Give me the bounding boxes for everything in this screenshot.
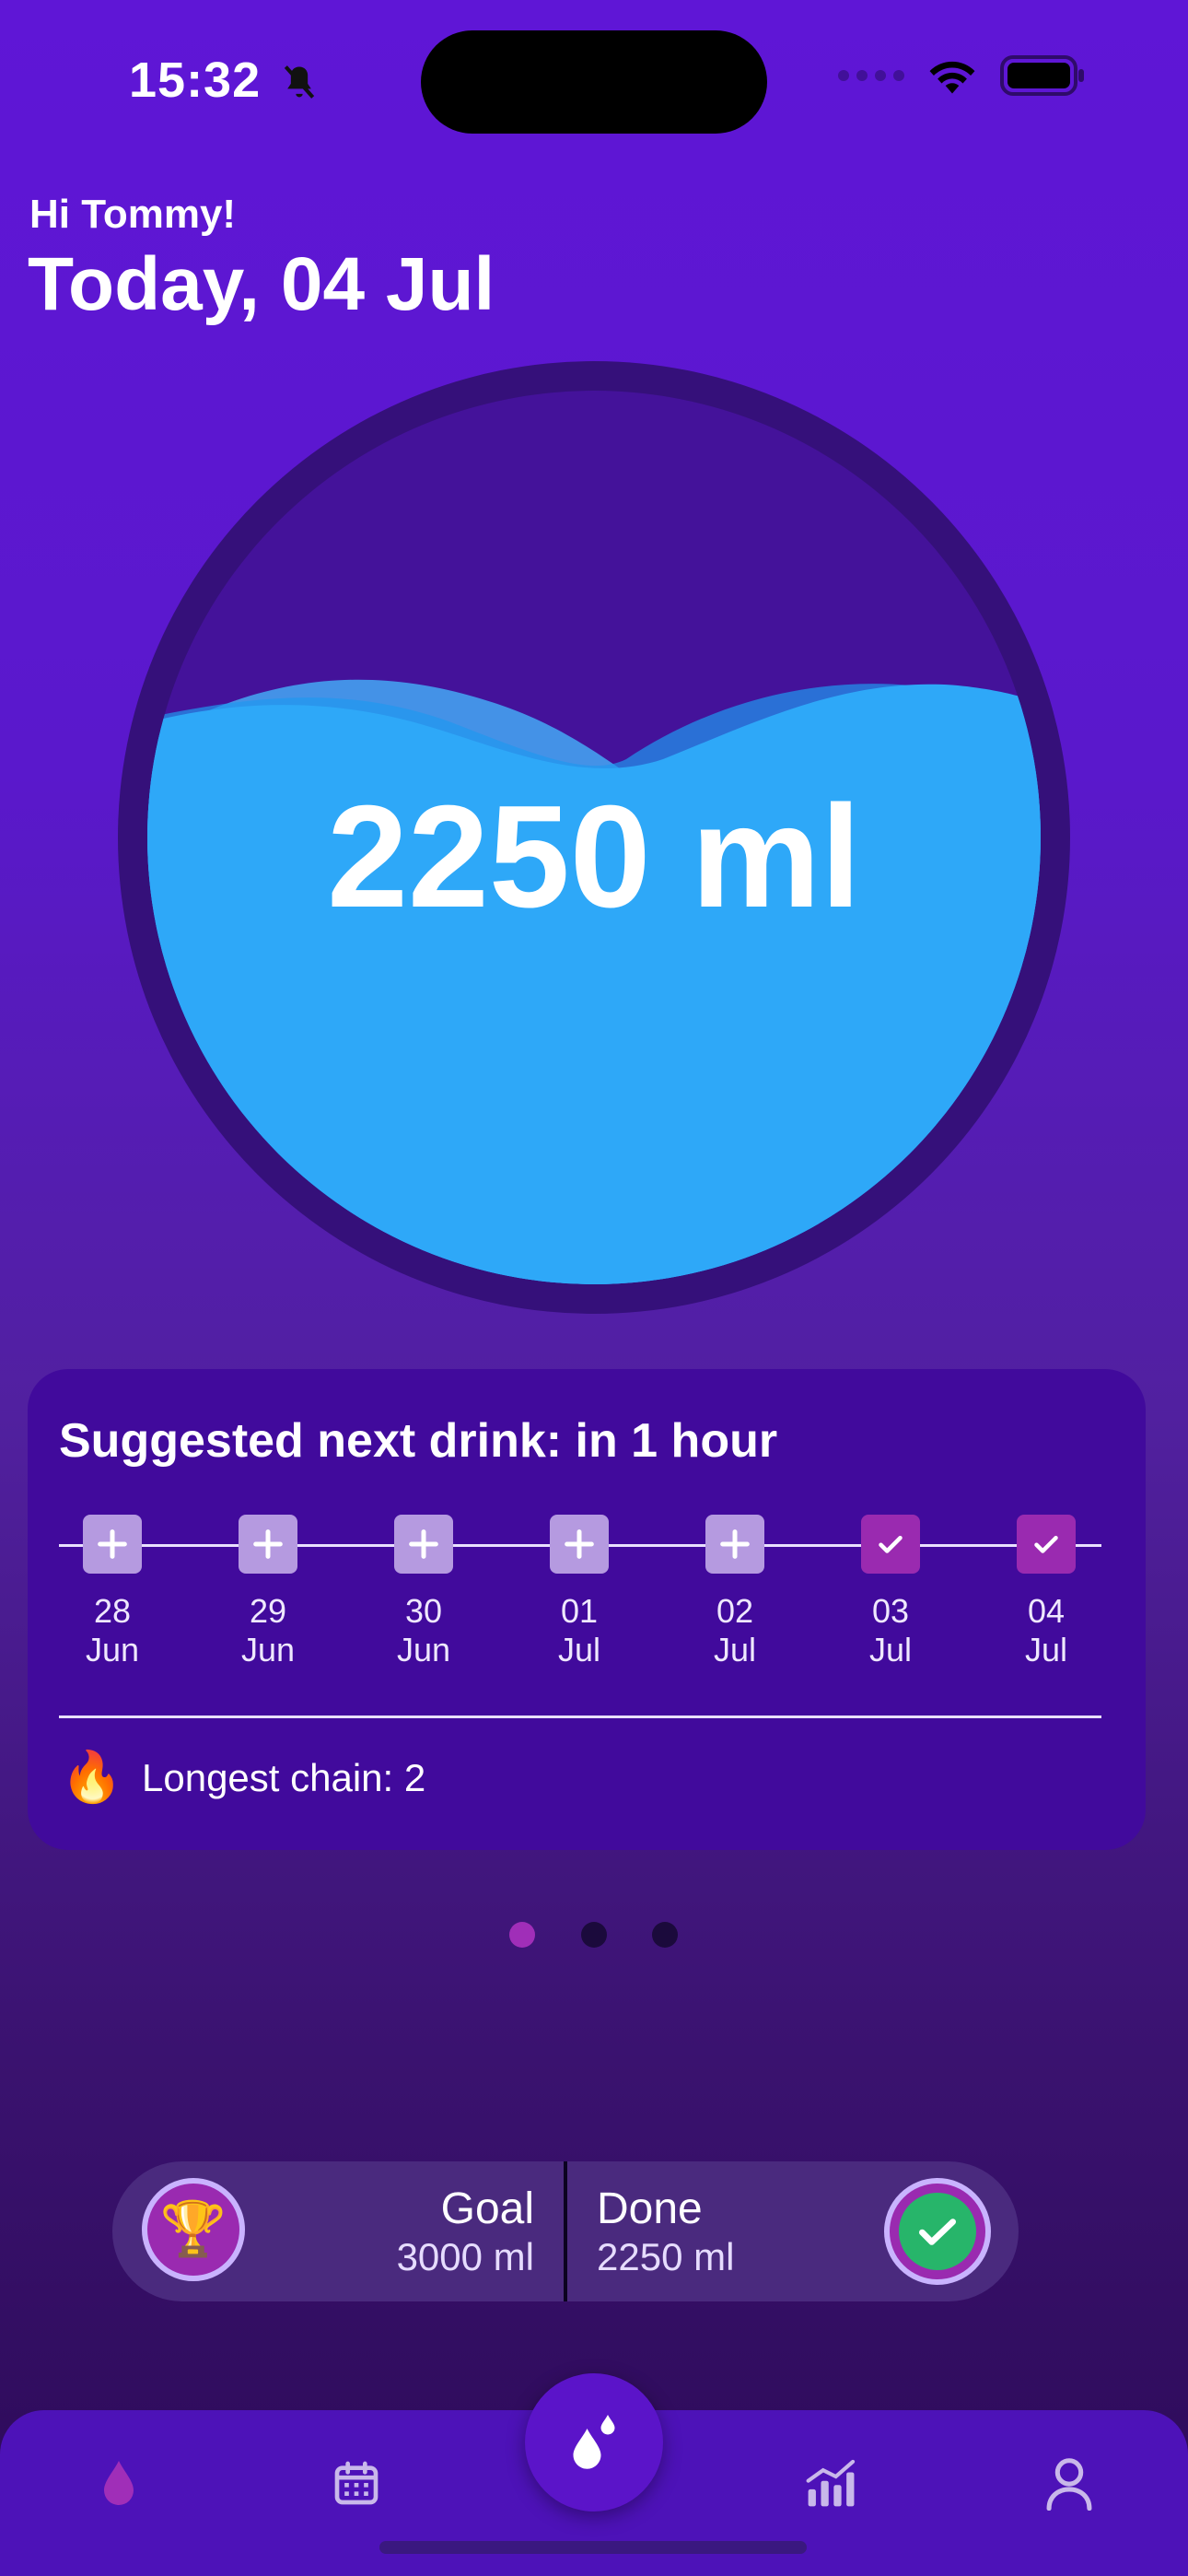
tab-profile[interactable] xyxy=(1028,2441,1111,2524)
day-month: Jul xyxy=(1024,1631,1068,1669)
profile-icon xyxy=(1046,2458,1092,2511)
plus-icon[interactable] xyxy=(394,1515,453,1574)
calendar-icon xyxy=(334,2461,379,2505)
day-item[interactable]: 28 Jun xyxy=(48,1515,177,1669)
greeting: Hi Tommy! xyxy=(29,192,237,237)
day-label: 03 Jul xyxy=(826,1592,955,1669)
day-label: 02 Jul xyxy=(670,1592,799,1669)
trophy-icon[interactable]: 🏆 xyxy=(142,2178,245,2281)
day-item[interactable]: 04 Jul xyxy=(982,1515,1111,1669)
day-item[interactable]: 29 Jun xyxy=(204,1515,332,1669)
page-title: Today, 04 Jul xyxy=(28,242,495,326)
day-label: 01 Jul xyxy=(515,1592,644,1669)
chart-icon xyxy=(806,2459,856,2507)
done-check-icon[interactable] xyxy=(884,2178,991,2285)
suggestion-title: Suggested next drink: in 1 hour xyxy=(59,1414,778,1468)
page-dot-2[interactable] xyxy=(581,1922,607,1948)
goal-label: Goal xyxy=(440,2184,534,2233)
day-month: Jun xyxy=(396,1631,451,1669)
home-indicator xyxy=(379,2541,807,2554)
day-item[interactable]: 02 Jul xyxy=(670,1515,799,1669)
status-time: 15:32 xyxy=(129,52,320,109)
day-number: 29 xyxy=(249,1592,287,1630)
day-item[interactable]: 01 Jul xyxy=(515,1515,644,1669)
day-number: 30 xyxy=(404,1592,443,1630)
day-label: 04 Jul xyxy=(982,1592,1111,1669)
day-month: Jul xyxy=(557,1631,601,1669)
fire-icon: 🔥 xyxy=(61,1750,123,1805)
longest-chain: Longest chain: 2 xyxy=(142,1756,426,1799)
check-icon[interactable] xyxy=(861,1515,920,1574)
plus-icon[interactable] xyxy=(239,1515,297,1574)
day-label: 30 Jun xyxy=(359,1592,488,1669)
tab-calendar[interactable] xyxy=(315,2441,398,2524)
goal-divider xyxy=(564,2161,567,2301)
battery-icon xyxy=(1000,55,1084,96)
day-number: 02 xyxy=(716,1592,754,1630)
page-dot-3[interactable] xyxy=(652,1922,678,1948)
check-icon[interactable] xyxy=(1017,1515,1076,1574)
day-item[interactable]: 03 Jul xyxy=(826,1515,955,1669)
day-item[interactable]: 30 Jun xyxy=(359,1515,488,1669)
status-icons xyxy=(838,55,1085,96)
day-label: 29 Jun xyxy=(204,1592,332,1669)
goal-value: 3000 ml xyxy=(396,2235,534,2278)
day-label: 28 Jun xyxy=(48,1592,177,1669)
wifi-icon xyxy=(929,61,975,94)
day-number: 03 xyxy=(871,1592,910,1630)
drops-icon xyxy=(573,2415,615,2469)
plus-icon[interactable] xyxy=(83,1515,142,1574)
add-drink-button[interactable] xyxy=(525,2373,663,2512)
day-month: Jul xyxy=(868,1631,913,1669)
day-month: Jul xyxy=(713,1631,757,1669)
plus-icon[interactable] xyxy=(705,1515,764,1574)
intake-amount: 2250 ml xyxy=(327,776,861,938)
done-value: 2250 ml xyxy=(597,2235,735,2278)
day-number: 28 xyxy=(93,1592,132,1630)
signal-icon xyxy=(838,70,904,81)
day-number: 04 xyxy=(1027,1592,1066,1630)
water-drop-icon xyxy=(104,2461,134,2505)
tab-water[interactable] xyxy=(77,2441,160,2524)
bell-muted-icon xyxy=(284,65,315,99)
day-number: 01 xyxy=(560,1592,599,1630)
plus-icon[interactable] xyxy=(550,1515,609,1574)
page-dot-1[interactable] xyxy=(509,1922,535,1948)
divider xyxy=(59,1715,1101,1718)
day-month: Jun xyxy=(240,1631,296,1669)
done-label: Done xyxy=(597,2184,703,2233)
tab-stats[interactable] xyxy=(790,2441,873,2524)
day-month: Jun xyxy=(85,1631,140,1669)
dynamic-island xyxy=(421,30,767,134)
